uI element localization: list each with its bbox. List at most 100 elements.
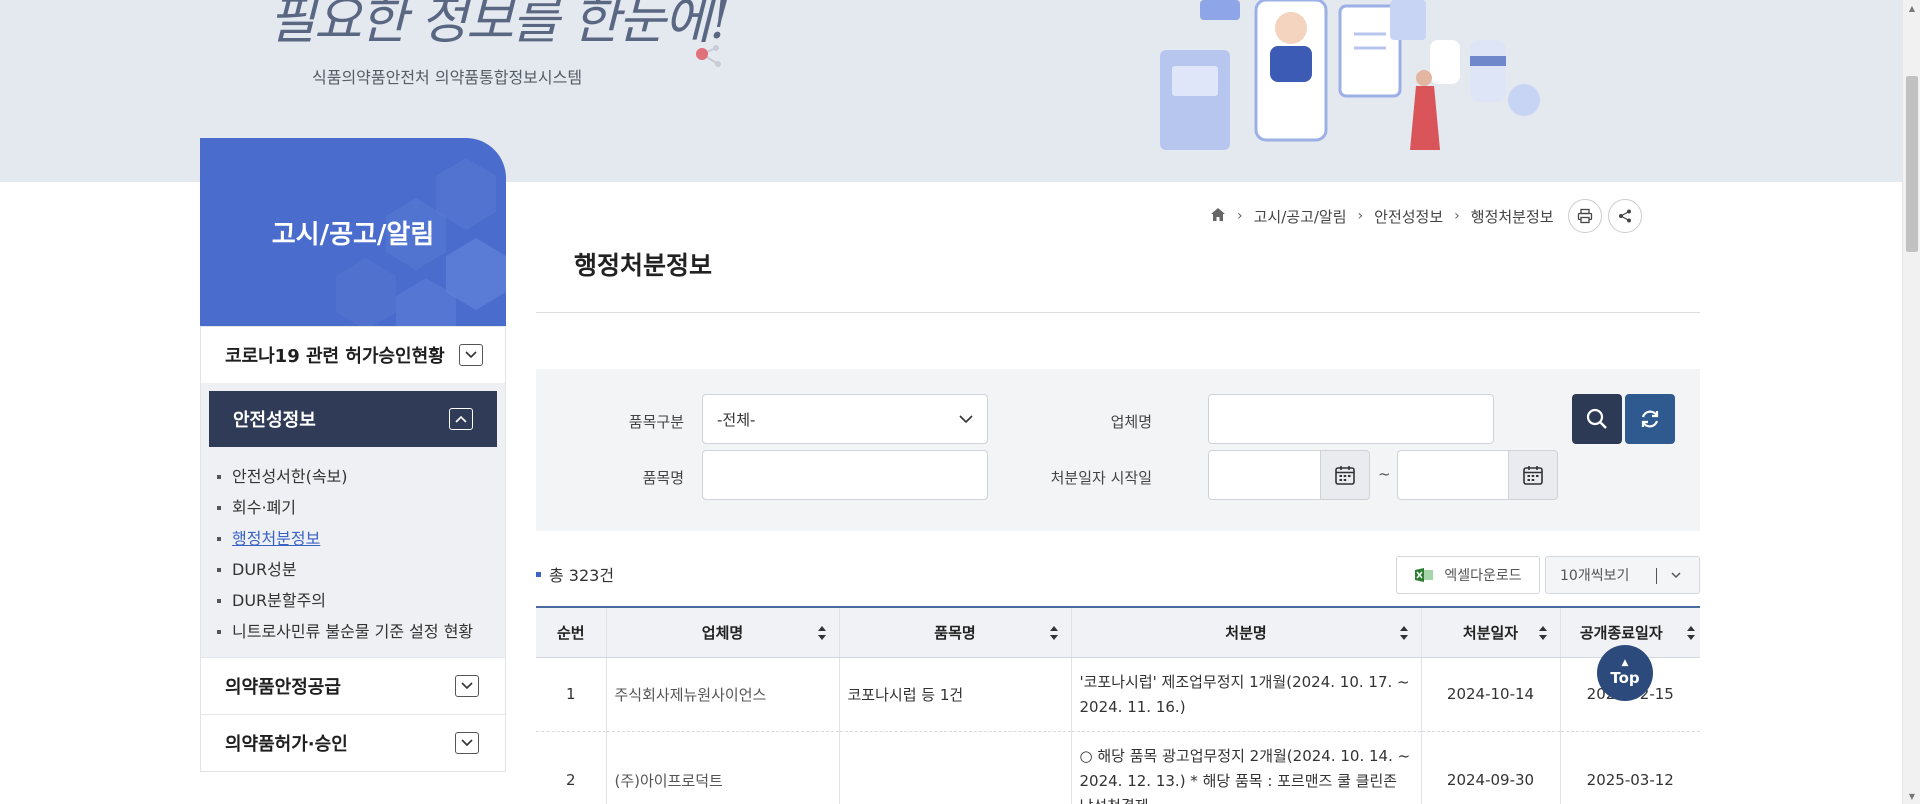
sidebar-item-label: 의약품안정공급 (225, 677, 341, 698)
sidebar-menu: 코로나19 관련 허가승인현황 안전성정보 안전성서한(속보) 회수·폐기 행정… (200, 326, 506, 772)
sidebar-item-label: 안전성정보 (233, 410, 316, 431)
sidebar-item-label: 코로나19 관련 허가승인현황 (225, 346, 445, 367)
share-button[interactable] (1607, 199, 1642, 233)
product-type-select[interactable]: -전체- (702, 394, 988, 444)
safety-info-submenu: 안전성서한(속보) 회수·폐기 행정처분정보 DUR성분 DUR분할주의 니트로… (201, 447, 505, 657)
cell-product (839, 731, 1072, 804)
sidebar-item-label: 의약품허가·승인 (225, 734, 348, 755)
cell-no: 1 (536, 657, 607, 732)
product-type-label: 품목구분 (628, 413, 684, 431)
sidebar-item-approval[interactable]: 의약품허가·승인 (201, 714, 505, 771)
submenu-item-dur-ingredient[interactable]: DUR성분 (217, 554, 485, 585)
table-row[interactable]: 1 주식회사제뉴원사이언스 코포나시럽 등 1건 '코포나시럽' 제조업무정지 … (536, 657, 1700, 732)
result-count-text: 총 323건 (549, 566, 615, 585)
excel-download-label: 엑셀다운로드 (1444, 568, 1522, 584)
date-end-input[interactable] (1397, 450, 1511, 500)
scroll-down-icon[interactable]: ▼ (1903, 788, 1920, 804)
breadcrumb-item[interactable]: 고시/공고/알림 (1254, 206, 1347, 227)
search-button[interactable] (1572, 394, 1622, 444)
scroll-up-icon[interactable]: ▲ (1903, 0, 1920, 16)
search-panel: 품목구분 -전체- 업체명 품목명 처분일자 시작일 ~ (536, 369, 1700, 531)
admin-action-table: 순번 업체명 품목명 처분명 처분일자 공개종료일자 1 주식회사제뉴원사이언스… (536, 606, 1700, 804)
scroll-top-label: Top (1610, 669, 1640, 687)
reset-button[interactable] (1625, 394, 1675, 444)
date-start-label: 처분일자 시작일 (1050, 469, 1152, 487)
submenu-item-recall[interactable]: 회수·폐기 (217, 492, 485, 523)
chevron-down-icon[interactable] (455, 732, 479, 754)
company-input[interactable] (1208, 394, 1494, 444)
scroll-top-button[interactable]: ▲ Top (1597, 645, 1653, 701)
page-scrollbar[interactable]: ▲ ▼ (1902, 0, 1920, 804)
banner-subtitle: 식품의약품안전처 의약품통합정보시스템 (312, 68, 583, 87)
search-icon (1586, 408, 1607, 429)
date-range-separator: ~ (1378, 465, 1391, 483)
table-row[interactable]: 2 (주)아이프로덕트 ○ 해당 품목 광고업무정지 2개월(2024. 10.… (536, 731, 1700, 804)
submenu-item-nitrosamine[interactable]: 니트로사민류 불순물 기준 설정 현황 (217, 616, 485, 647)
date-start-input[interactable] (1208, 450, 1322, 500)
sort-icon[interactable] (1686, 625, 1696, 645)
product-name-input[interactable] (702, 450, 988, 500)
sidebar-item-safety-info[interactable]: 안전성정보 (209, 391, 497, 447)
column-header-date[interactable]: 처분일자 (1421, 607, 1561, 658)
sidebar-title: 고시/공고/알림 (271, 220, 435, 250)
product-name-label: 품목명 (642, 469, 684, 487)
sort-icon[interactable] (1049, 625, 1059, 645)
molecule-icon (696, 45, 721, 67)
excel-icon (1415, 568, 1434, 582)
banner-slogan: 필요한 정보를 한눈에! (268, 0, 731, 51)
scroll-thumb[interactable] (1906, 76, 1918, 252)
sidebar: 고시/공고/알림 코로나19 관련 허가승인현황 안전성정보 안전성서한(속보)… (200, 138, 506, 772)
cell-date: 2024-09-30 (1421, 731, 1561, 804)
column-header-action[interactable]: 처분명 (1071, 607, 1422, 658)
breadcrumb: › 고시/공고/알림 › 안전성정보 › 행정처분정보 (1210, 199, 1642, 233)
column-header-company[interactable]: 업체명 (606, 607, 840, 658)
column-header-no: 순번 (536, 607, 607, 658)
chevron-down-icon[interactable] (455, 675, 479, 697)
cell-date: 2024-10-14 (1421, 657, 1561, 732)
bullet-icon (536, 571, 541, 577)
cell-company[interactable]: (주)아이프로덕트 (606, 731, 840, 804)
chevron-right-icon: › (1454, 208, 1460, 224)
submenu-item-admin-action[interactable]: 행정처분정보 (217, 523, 485, 554)
submenu-item-safety-letter[interactable]: 안전성서한(속보) (217, 461, 485, 492)
breadcrumb-current: 행정처분정보 (1470, 207, 1554, 226)
cell-action: '코포나시럽' 제조업무정지 1개월(2024. 10. 17. ~ 2024.… (1071, 657, 1422, 732)
cell-end-date: 2025-03-12 (1560, 731, 1700, 804)
product-type-value: -전체- (717, 410, 756, 429)
calendar-icon (1523, 466, 1543, 485)
sort-icon[interactable] (1538, 625, 1548, 645)
cell-product: 코포나시럽 등 1건 (839, 657, 1072, 732)
sidebar-active-group: 안전성정보 (201, 383, 505, 447)
cell-company[interactable]: 주식회사제뉴원사이언스 (606, 657, 840, 732)
print-icon (1577, 208, 1592, 224)
home-icon[interactable] (1210, 207, 1226, 226)
breadcrumb-item[interactable]: 안전성정보 (1374, 206, 1443, 227)
sidebar-item-covid19[interactable]: 코로나19 관련 허가승인현황 (201, 326, 505, 383)
date-start-calendar-button[interactable] (1320, 450, 1370, 500)
title-divider (536, 312, 1700, 313)
chevron-down-icon (959, 414, 973, 423)
arrow-up-icon: ▲ (1621, 658, 1629, 668)
share-icon (1618, 209, 1631, 223)
chevron-right-icon: › (1237, 208, 1243, 224)
calendar-icon (1335, 466, 1355, 485)
print-button[interactable] (1567, 199, 1602, 233)
sidebar-header: 고시/공고/알림 (200, 138, 506, 326)
result-count: 총 323건 (536, 562, 614, 586)
chevron-right-icon: › (1357, 208, 1364, 224)
submenu-item-dur-split[interactable]: DUR분할주의 (217, 585, 485, 616)
page-size-value: 10개씩보기 (1560, 568, 1630, 584)
page-size-select[interactable]: 10개씩보기 (1545, 556, 1700, 594)
excel-download-button[interactable]: 엑셀다운로드 (1396, 556, 1540, 594)
company-label: 업체명 (1110, 413, 1152, 431)
chevron-up-icon[interactable] (449, 408, 473, 430)
column-header-product[interactable]: 품목명 (839, 607, 1072, 658)
page-title: 행정처분정보 (574, 251, 713, 280)
sort-icon[interactable] (1399, 625, 1409, 645)
chevron-down-icon (1671, 572, 1681, 579)
date-end-calendar-button[interactable] (1508, 450, 1558, 500)
chevron-down-icon[interactable] (459, 344, 483, 366)
sidebar-item-supply[interactable]: 의약품안정공급 (201, 657, 505, 714)
sort-icon[interactable] (817, 625, 827, 645)
cell-no: 2 (536, 731, 607, 804)
